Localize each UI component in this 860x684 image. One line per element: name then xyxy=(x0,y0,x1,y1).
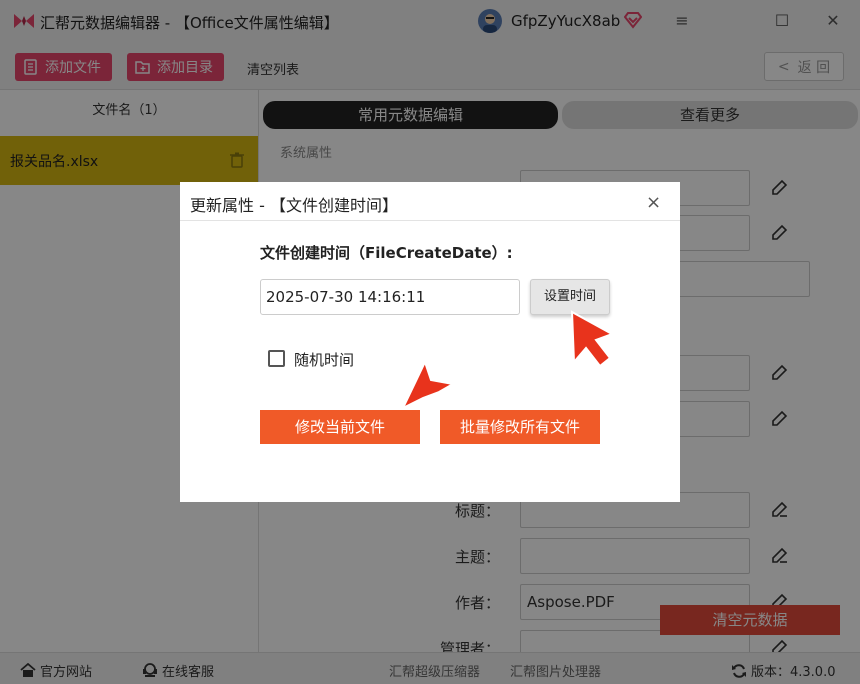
annotation-arrow-icon xyxy=(570,310,615,368)
file-create-date-input[interactable]: 2025-07-30 14:16:11 xyxy=(260,279,520,315)
dialog-divider xyxy=(180,220,680,221)
batch-modify-all-button[interactable]: 批量修改所有文件 xyxy=(440,410,600,444)
random-time-label[interactable]: 随机时间 xyxy=(294,349,354,370)
annotation-arrow-icon xyxy=(400,360,456,410)
dialog-title: 更新属性 - 【文件创建时间】 xyxy=(190,196,398,215)
dialog-close-icon[interactable]: × xyxy=(646,192,661,213)
random-time-checkbox[interactable] xyxy=(268,350,285,367)
file-create-date-label: 文件创建时间（FileCreateDate）: xyxy=(260,244,513,262)
modify-current-file-button[interactable]: 修改当前文件 xyxy=(260,410,420,444)
